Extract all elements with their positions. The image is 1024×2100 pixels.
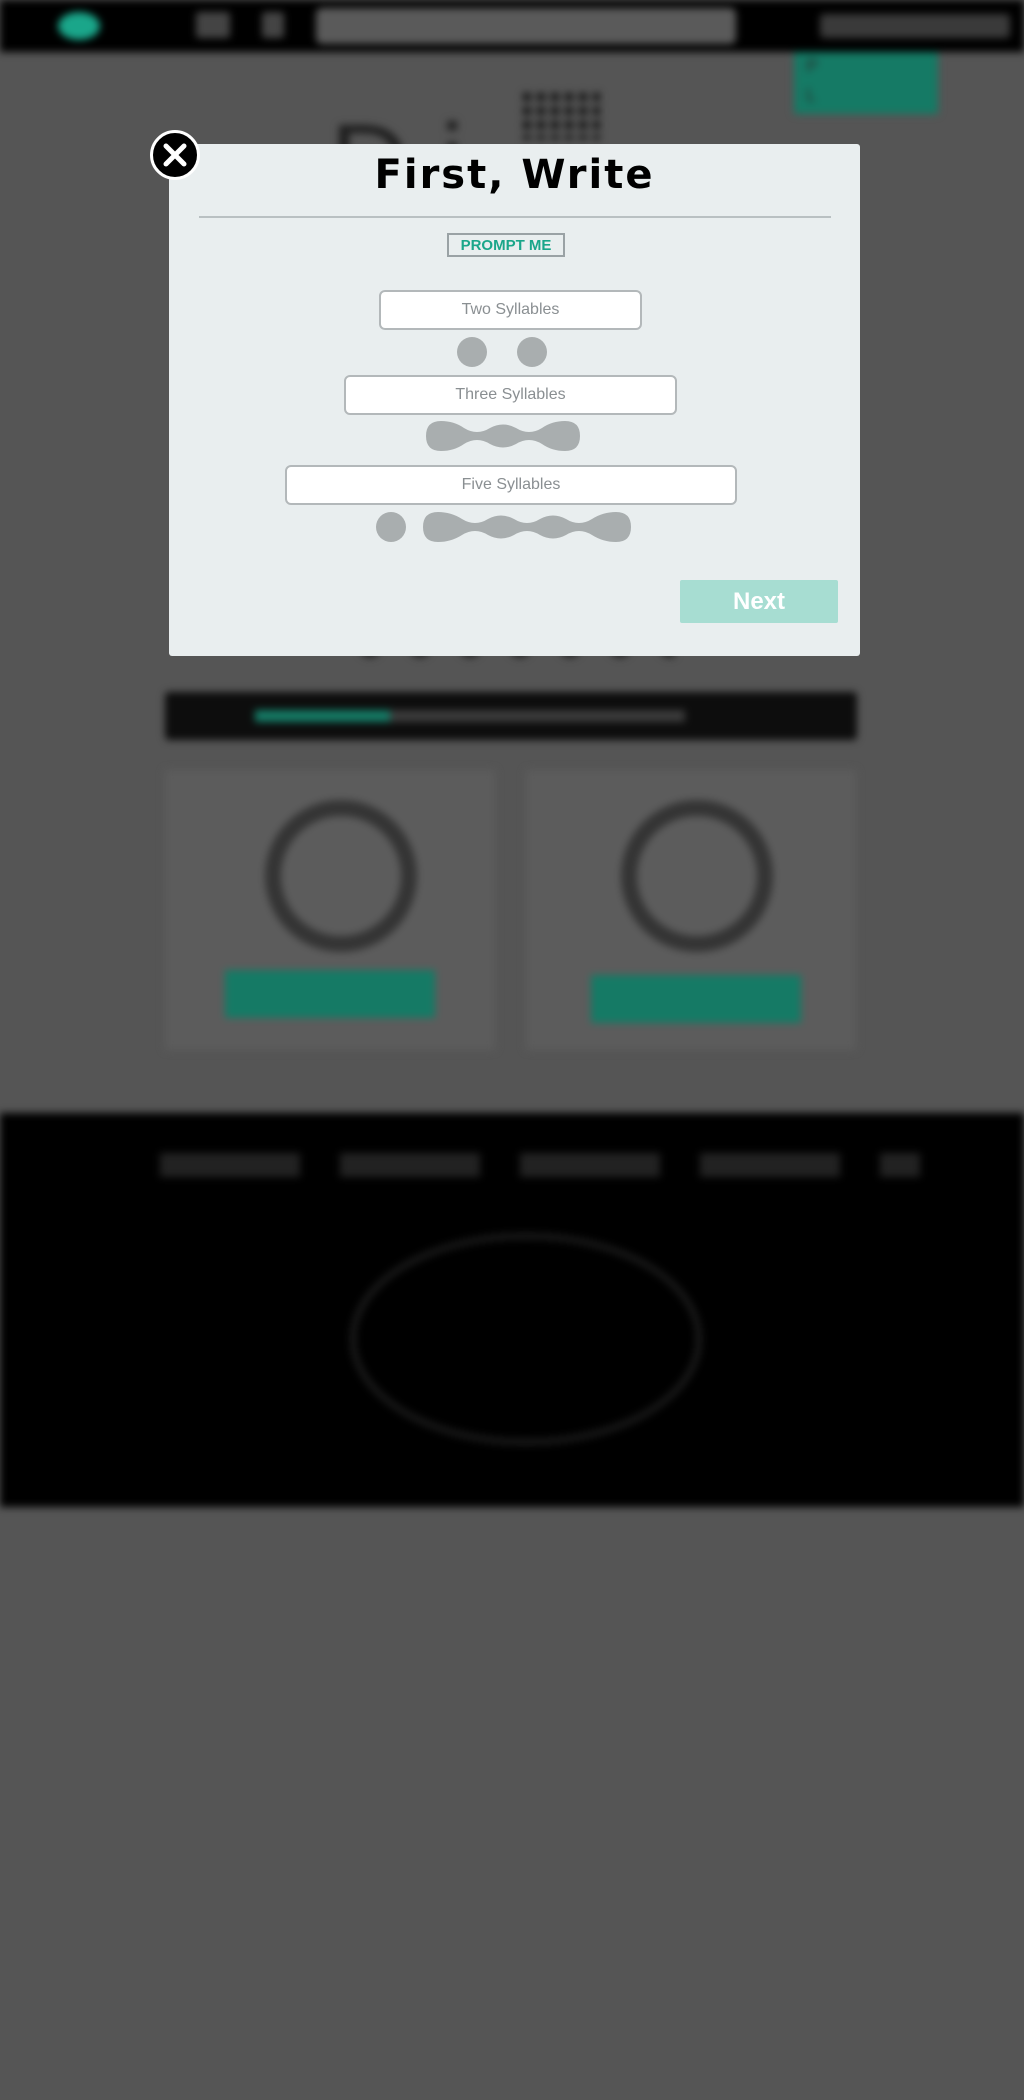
next-button[interactable]: Next — [680, 580, 838, 623]
write-modal: First, Write PROMPT ME Next — [169, 144, 860, 656]
close-icon — [163, 143, 187, 167]
prompt-me-button[interactable]: PROMPT ME — [447, 233, 565, 257]
modal-title: First, Write — [374, 152, 655, 198]
close-modal-button[interactable] — [150, 130, 200, 180]
three-syllables-input[interactable] — [344, 375, 677, 415]
title-divider — [199, 216, 831, 218]
five-syllable-marker — [376, 512, 631, 542]
three-syllable-marker — [426, 421, 580, 451]
two-syllables-input[interactable] — [379, 290, 642, 330]
five-syllables-input[interactable] — [285, 465, 737, 505]
two-syllable-marker — [457, 337, 547, 367]
